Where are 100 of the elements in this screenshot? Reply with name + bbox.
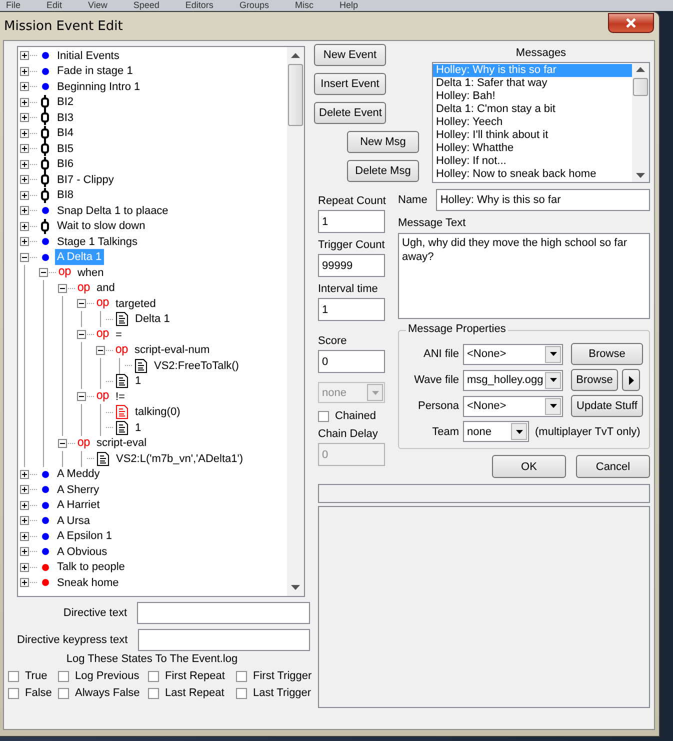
tree-item[interactable]: Stage 1 Talkings: [55, 234, 140, 250]
list-item[interactable]: Holley: Yeech: [433, 116, 632, 129]
tree-item[interactable]: BI4: [55, 125, 76, 142]
tree-item[interactable]: Fade in stage 1: [55, 63, 135, 80]
menu-item[interactable]: Misc: [294, 0, 314, 11]
checkbox[interactable]: [8, 688, 19, 698]
input-field[interactable]: [137, 602, 310, 624]
tree-item[interactable]: A Obvious: [55, 544, 110, 560]
expand-icon[interactable]: [20, 128, 29, 138]
tree-item[interactable]: talking(0): [133, 404, 182, 420]
action-button[interactable]: Browse: [571, 343, 643, 365]
tree-item[interactable]: BI5: [55, 140, 76, 157]
play-button[interactable]: [622, 369, 640, 391]
input-field[interactable]: Holley: Why is this so far: [436, 189, 650, 211]
expand-icon[interactable]: [20, 206, 29, 216]
input-field[interactable]: 1: [318, 298, 385, 321]
expand-icon[interactable]: [20, 160, 29, 169]
list-item[interactable]: Holley: If not...: [433, 155, 632, 168]
menu-item[interactable]: Edit: [46, 0, 62, 11]
scroll-up-icon[interactable]: [636, 67, 645, 72]
checkbox[interactable]: [148, 670, 159, 682]
tree-item[interactable]: A Ursa: [55, 512, 92, 529]
tree-item[interactable]: Snap Delta 1 to plaace: [55, 202, 170, 219]
checkbox[interactable]: [236, 670, 247, 682]
action-button[interactable]: Update Stuff: [571, 395, 643, 417]
tree-item[interactable]: when: [75, 264, 106, 281]
checkbox[interactable]: [58, 688, 69, 698]
tree-item[interactable]: BI8: [55, 187, 76, 204]
expand-icon[interactable]: [20, 500, 29, 510]
list-item[interactable]: Holley: Bah!: [433, 90, 632, 103]
collapse-icon[interactable]: [20, 252, 29, 262]
collapse-icon[interactable]: [58, 438, 67, 448]
expand-icon[interactable]: [20, 82, 29, 92]
tree-item[interactable]: =: [113, 326, 124, 343]
expand-icon[interactable]: [20, 51, 29, 60]
scroll-thumb[interactable]: [288, 64, 303, 126]
list-item[interactable]: Holley: Whatthe: [433, 142, 632, 155]
expand-icon[interactable]: [20, 66, 29, 76]
list-item[interactable]: Delta 1: Safer that way: [433, 77, 632, 90]
message-button[interactable]: New Msg: [347, 131, 419, 153]
tree-item[interactable]: Beginning Intro 1: [55, 78, 142, 95]
dropdown[interactable]: msg_holley.ogg: [463, 370, 563, 390]
expand-icon[interactable]: [20, 485, 29, 494]
dropdown[interactable]: none: [463, 421, 529, 442]
tree-item[interactable]: Initial Events: [55, 48, 122, 64]
expand-icon[interactable]: [20, 516, 29, 526]
tree-item[interactable]: VS2:FreeToTalk(): [152, 358, 241, 374]
input-field[interactable]: 0: [318, 350, 385, 373]
expand-icon[interactable]: [20, 532, 29, 541]
input-field[interactable]: [138, 629, 310, 651]
scroll-thumb[interactable]: [633, 78, 648, 96]
dialog-button[interactable]: Cancel: [576, 455, 650, 478]
action-button[interactable]: Browse: [571, 369, 618, 391]
input-field[interactable]: 1: [318, 210, 385, 233]
message-button[interactable]: Delete Msg: [347, 160, 419, 182]
event-button[interactable]: Insert Event: [314, 73, 386, 95]
tree-item[interactable]: BI6: [55, 156, 76, 172]
expand-icon[interactable]: [20, 237, 29, 246]
tree-item[interactable]: BI2: [55, 94, 76, 110]
tree-item[interactable]: !=: [113, 388, 127, 405]
dropdown[interactable]: <None>: [463, 396, 563, 416]
tree-item[interactable]: A Meddy: [55, 466, 102, 482]
menu-item[interactable]: Help: [339, 0, 358, 11]
collapse-icon[interactable]: [96, 346, 105, 355]
checkbox[interactable]: [148, 688, 159, 698]
menu-item[interactable]: View: [88, 0, 108, 11]
collapse-icon[interactable]: [77, 299, 86, 308]
expand-icon[interactable]: [20, 562, 29, 572]
tree-item[interactable]: 1: [133, 373, 144, 390]
list-item[interactable]: Delta 1: C'mon stay a bit: [433, 103, 632, 116]
list-item[interactable]: Holley: Now to sneak back home: [433, 168, 632, 181]
dialog-button[interactable]: OK: [492, 455, 566, 478]
scrollbar[interactable]: [287, 47, 304, 596]
tree-item[interactable]: VS2:L('m7b_vn','ADelta1'): [114, 450, 246, 467]
menu-item[interactable]: Speed: [133, 0, 160, 11]
event-button[interactable]: Delete Event: [314, 102, 386, 124]
tree-item[interactable]: 1: [133, 420, 144, 436]
list-item[interactable]: Holley: I'll think about it: [433, 129, 632, 142]
menu-item[interactable]: Editors: [185, 0, 214, 11]
tree-item[interactable]: script-eval: [94, 435, 149, 452]
scroll-down-icon[interactable]: [636, 173, 645, 178]
input-field[interactable]: 99999: [318, 254, 385, 277]
checkbox[interactable]: [236, 688, 247, 698]
tree-item[interactable]: script-eval-num: [132, 342, 212, 358]
expand-icon[interactable]: [20, 144, 29, 154]
scroll-up-icon[interactable]: [291, 53, 300, 58]
tree-item[interactable]: Sneak home: [55, 574, 121, 591]
menu-item[interactable]: Groups: [239, 0, 269, 11]
event-button[interactable]: New Event: [314, 44, 386, 66]
checkbox[interactable]: [58, 670, 69, 682]
tree-item[interactable]: and: [94, 280, 117, 296]
tree-item[interactable]: targeted: [113, 296, 158, 312]
tree-item[interactable]: A Epsilon 1: [55, 528, 114, 544]
expand-icon[interactable]: [20, 175, 29, 184]
text-area[interactable]: Ugh, why did they move the high school so far away?: [398, 233, 650, 319]
dropdown[interactable]: <None>: [463, 344, 563, 364]
tree-item[interactable]: BI3: [55, 110, 76, 126]
expand-icon[interactable]: [20, 547, 29, 556]
expand-icon[interactable]: [20, 113, 29, 122]
expand-icon[interactable]: [20, 98, 29, 107]
